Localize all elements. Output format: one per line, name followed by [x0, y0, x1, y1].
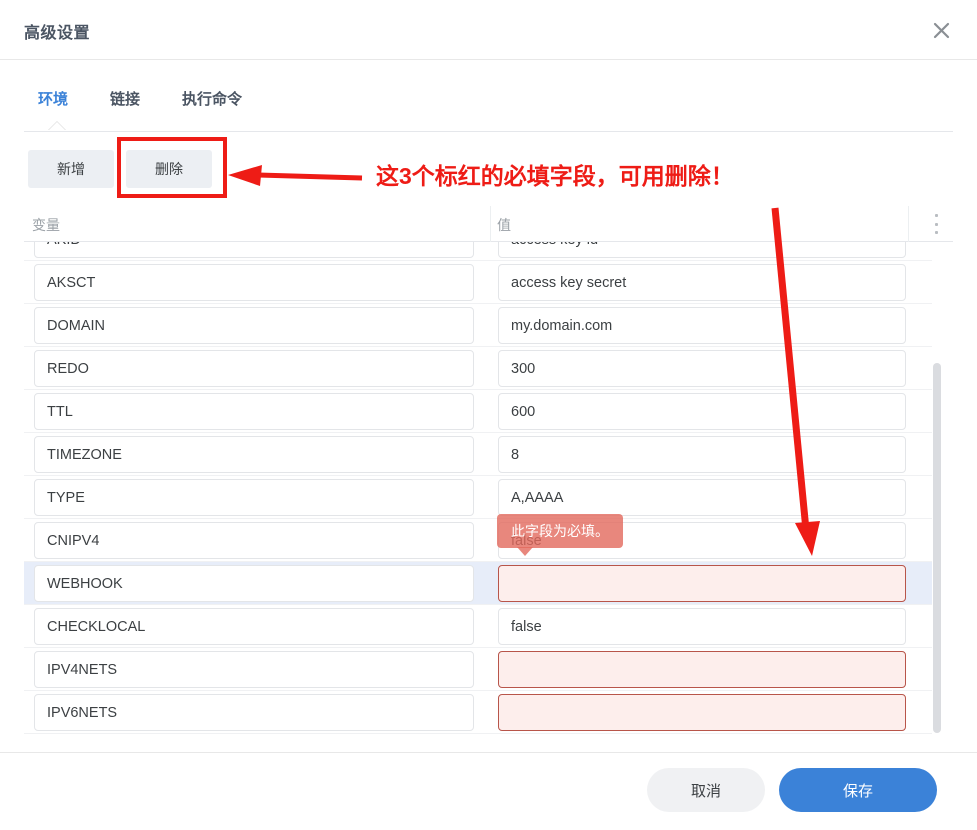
table-body	[0, 242, 977, 737]
value-input[interactable]	[498, 264, 906, 301]
add-button[interactable]: 新增	[28, 150, 114, 188]
tabs-underline	[24, 131, 953, 132]
table-row[interactable]	[24, 261, 932, 304]
annotation-highlight-box	[117, 137, 227, 198]
table-header: 变量 值	[24, 206, 953, 242]
dialog-footer: 取消 保存	[0, 752, 977, 830]
dialog-titlebar: 高级设置	[0, 0, 977, 60]
table-row[interactable]	[24, 242, 932, 261]
value-input[interactable]	[498, 242, 906, 258]
dialog-title: 高级设置	[24, 25, 91, 42]
table-row[interactable]	[24, 648, 932, 691]
value-input[interactable]	[498, 307, 906, 344]
variable-input[interactable]	[34, 436, 474, 473]
variable-input[interactable]	[34, 307, 474, 344]
value-input[interactable]	[498, 694, 906, 731]
variable-input[interactable]	[34, 264, 474, 301]
variable-input[interactable]	[34, 350, 474, 387]
column-header-value: 值	[497, 217, 511, 233]
value-input[interactable]	[498, 651, 906, 688]
column-header-variable: 变量	[32, 217, 60, 233]
variable-input[interactable]	[34, 651, 474, 688]
table-row[interactable]	[24, 476, 932, 519]
annotation-text: 这3个标红的必填字段，可用删除！	[376, 163, 734, 189]
table-row[interactable]	[24, 519, 932, 562]
advanced-settings-dialog: 高级设置 环境 链接 执行命令 新增 删除 变量 值 此字段为必填。 取消	[0, 0, 977, 830]
variable-input[interactable]	[34, 565, 474, 602]
variable-input[interactable]	[34, 479, 474, 516]
variable-input[interactable]	[34, 608, 474, 645]
value-input[interactable]	[498, 608, 906, 645]
value-input[interactable]	[498, 565, 906, 602]
validation-tooltip-text: 此字段为必填。	[511, 523, 609, 539]
table-row[interactable]	[24, 691, 932, 734]
active-tab-caret-icon	[48, 122, 66, 131]
table-row[interactable]	[24, 562, 932, 605]
variable-input[interactable]	[34, 694, 474, 731]
validation-tooltip: 此字段为必填。	[497, 514, 623, 556]
table-row[interactable]	[24, 605, 932, 648]
value-input[interactable]	[498, 350, 906, 387]
save-button[interactable]: 保存	[779, 768, 937, 812]
tab-exec-command[interactable]: 执行命令	[182, 88, 242, 109]
value-input[interactable]	[498, 436, 906, 473]
tab-links[interactable]: 链接	[110, 88, 140, 109]
cancel-button[interactable]: 取消	[647, 768, 765, 812]
tooltip-arrow-icon	[517, 547, 533, 556]
variable-input[interactable]	[34, 393, 474, 430]
close-icon[interactable]	[925, 14, 957, 46]
variable-input[interactable]	[34, 242, 474, 258]
table-row[interactable]	[24, 347, 932, 390]
table-row[interactable]	[24, 390, 932, 433]
tab-bar: 环境 链接 执行命令	[0, 60, 977, 138]
tab-environment[interactable]: 环境	[38, 88, 68, 109]
vertical-scrollbar-thumb[interactable]	[933, 363, 941, 733]
table-row[interactable]	[24, 433, 932, 476]
header-divider	[490, 206, 491, 242]
value-input[interactable]	[498, 393, 906, 430]
header-divider-2	[908, 206, 909, 242]
table-row[interactable]	[24, 304, 932, 347]
variable-input[interactable]	[34, 522, 474, 559]
value-input[interactable]	[498, 479, 906, 516]
more-vertical-icon[interactable]	[928, 214, 944, 234]
